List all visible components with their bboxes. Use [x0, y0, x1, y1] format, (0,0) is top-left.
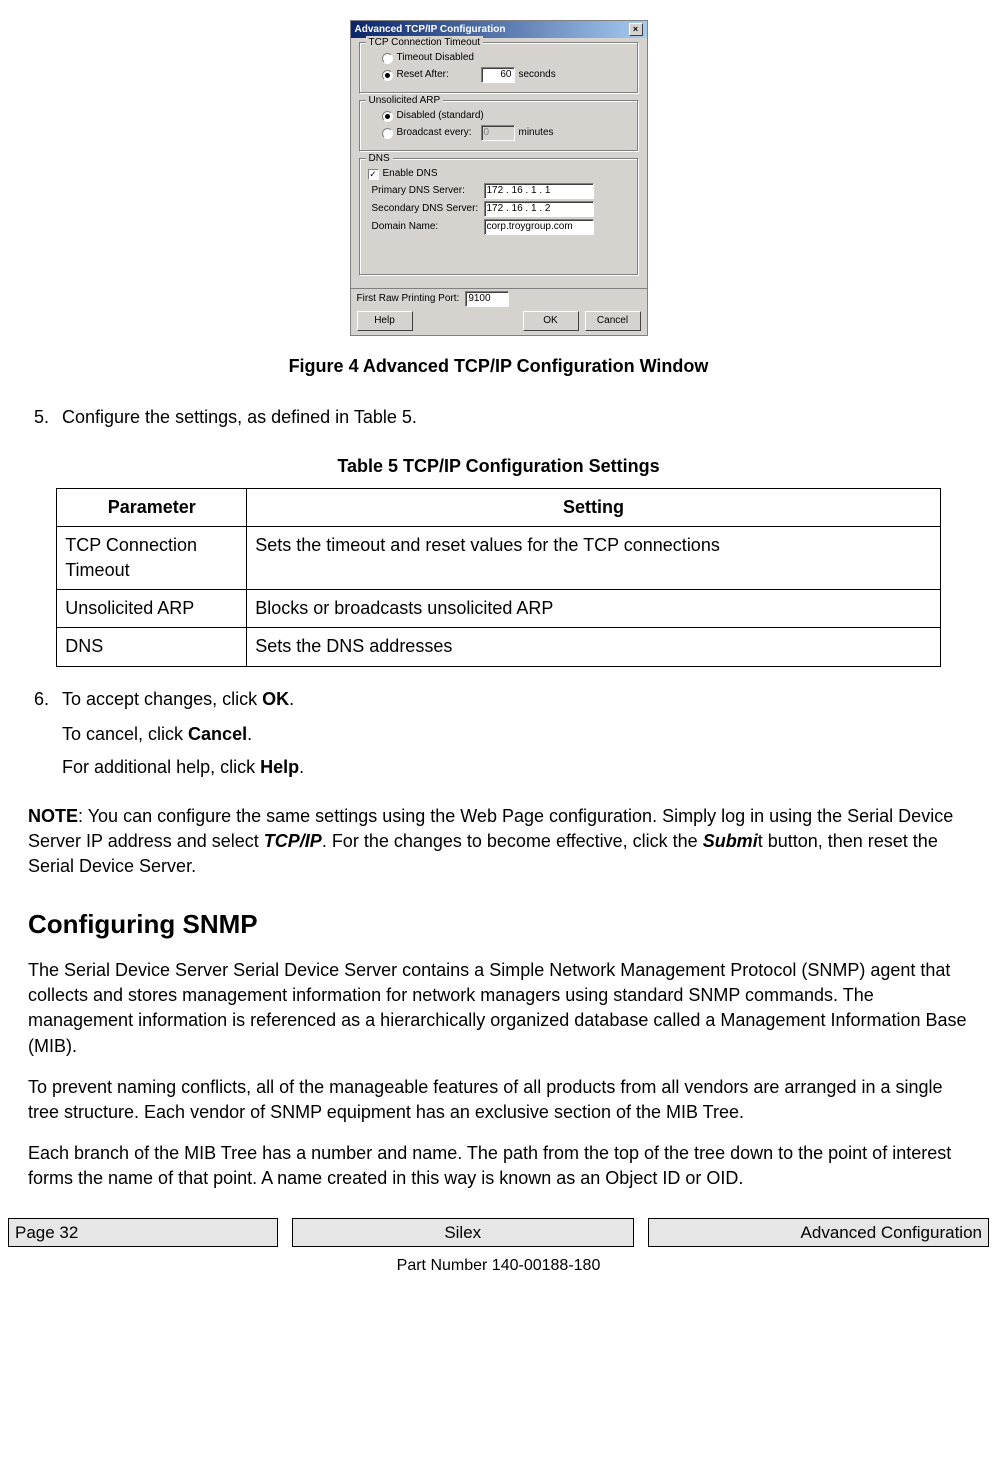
step6-line1-a: To accept changes, click	[62, 689, 262, 709]
step6-line3-b: Help	[260, 757, 299, 777]
step6-line3: For additional help, click Help.	[62, 755, 969, 780]
label-minutes: minutes	[519, 126, 554, 140]
group-dns-title: DNS	[366, 152, 393, 166]
label-reset-after: Reset After:	[397, 68, 477, 82]
step6-line2-a: To cancel, click	[62, 724, 188, 744]
label-secondary-dns: Secondary DNS Server:	[372, 202, 480, 216]
radio-arp-broadcast[interactable]	[382, 128, 393, 139]
radio-timeout-disabled[interactable]	[382, 53, 393, 64]
label-timeout-disabled: Timeout Disabled	[397, 51, 474, 65]
cell-setting: Sets the timeout and reset values for th…	[247, 526, 941, 589]
dialog-window: Advanced TCP/IP Configuration × TCP Conn…	[350, 20, 648, 336]
group-arp: Unsolicited ARP Disabled (standard) Broa…	[359, 100, 639, 152]
help-button[interactable]: Help	[357, 311, 413, 331]
note-label: NOTE	[28, 806, 78, 826]
label-arp-broadcast: Broadcast every:	[397, 126, 477, 140]
table-header-parameter: Parameter	[57, 488, 247, 526]
snmp-para-1: The Serial Device Server Serial Device S…	[28, 958, 969, 1059]
table-row: DNS Sets the DNS addresses	[57, 628, 941, 666]
cell-setting: Blocks or broadcasts unsolicited ARP	[247, 590, 941, 628]
heading-configuring-snmp: Configuring SNMP	[28, 906, 969, 942]
cell-param: Unsolicited ARP	[57, 590, 247, 628]
group-tcp-title: TCP Connection Timeout	[366, 36, 484, 50]
cell-setting: Sets the DNS addresses	[247, 628, 941, 666]
page-footer-bar: Page 32 Silex Advanced Configuration	[0, 1218, 997, 1248]
note-paragraph: NOTE: You can configure the same setting…	[28, 804, 969, 880]
footer-section: Advanced Configuration	[648, 1218, 990, 1248]
step6-line1-c: .	[289, 689, 294, 709]
label-seconds: seconds	[519, 68, 556, 82]
step6-line1-b: OK	[262, 689, 289, 709]
dialog-title: Advanced TCP/IP Configuration	[355, 23, 506, 37]
table-row: TCP Connection Timeout Sets the timeout …	[57, 526, 941, 589]
footer-brand: Silex	[292, 1218, 634, 1248]
input-secondary-dns[interactable]: 172 . 16 . 1 . 2	[484, 201, 594, 217]
radio-arp-disabled[interactable]	[382, 111, 393, 122]
note-b2: Submi	[703, 831, 758, 851]
figure-caption: Figure 4 Advanced TCP/IP Configuration W…	[28, 354, 969, 379]
group-tcp-timeout: TCP Connection Timeout Timeout Disabled …	[359, 42, 639, 94]
step-6: To accept changes, click OK.	[54, 687, 969, 712]
step6-line3-c: .	[299, 757, 304, 777]
table-caption: Table 5 TCP/IP Configuration Settings	[28, 454, 969, 479]
step6-line2-b: Cancel	[188, 724, 247, 744]
footer-part-number: Part Number 140-00188-180	[0, 1255, 997, 1277]
checkbox-enable-dns[interactable]: ✓	[368, 169, 379, 180]
table-header-setting: Setting	[247, 488, 941, 526]
cancel-button[interactable]: Cancel	[585, 311, 641, 331]
group-arp-title: Unsolicited ARP	[366, 94, 444, 108]
label-enable-dns: Enable DNS	[383, 167, 438, 181]
label-raw-port: First Raw Printing Port:	[357, 292, 460, 306]
cell-param: TCP Connection Timeout	[57, 526, 247, 589]
snmp-para-2: To prevent naming conflicts, all of the …	[28, 1075, 969, 1125]
label-arp-disabled: Disabled (standard)	[397, 109, 484, 123]
radio-reset-after[interactable]	[382, 70, 393, 81]
cell-param: DNS	[57, 628, 247, 666]
input-domain-name[interactable]: corp.troygroup.com	[484, 219, 594, 235]
step-5-text: Configure the settings, as defined in Ta…	[62, 407, 417, 427]
note-b1: TCP/IP	[264, 831, 322, 851]
input-arp-minutes[interactable]: 0	[481, 125, 515, 141]
step6-line3-a: For additional help, click	[62, 757, 260, 777]
config-settings-table: Parameter Setting TCP Connection Timeout…	[56, 488, 941, 667]
step-5: Configure the settings, as defined in Ta…	[54, 405, 969, 430]
footer-page-number: Page 32	[8, 1218, 278, 1248]
step6-line2: To cancel, click Cancel.	[62, 722, 969, 747]
dialog-screenshot: Advanced TCP/IP Configuration × TCP Conn…	[28, 20, 969, 336]
input-primary-dns[interactable]: 172 . 16 . 1 . 1	[484, 183, 594, 199]
group-dns: DNS ✓ Enable DNS Primary DNS Server: 172…	[359, 158, 639, 276]
snmp-para-3: Each branch of the MIB Tree has a number…	[28, 1141, 969, 1191]
label-domain-name: Domain Name:	[372, 220, 480, 234]
table-row: Unsolicited ARP Blocks or broadcasts uns…	[57, 590, 941, 628]
ok-button[interactable]: OK	[523, 311, 579, 331]
step6-line2-c: .	[247, 724, 252, 744]
input-raw-port[interactable]: 9100	[465, 291, 509, 307]
input-reset-seconds[interactable]: 60	[481, 67, 515, 83]
note-t2: . For the changes to become effective, c…	[322, 831, 703, 851]
label-primary-dns: Primary DNS Server:	[372, 184, 480, 198]
close-icon[interactable]: ×	[629, 23, 643, 36]
dialog-footer: First Raw Printing Port: 9100	[351, 288, 647, 311]
